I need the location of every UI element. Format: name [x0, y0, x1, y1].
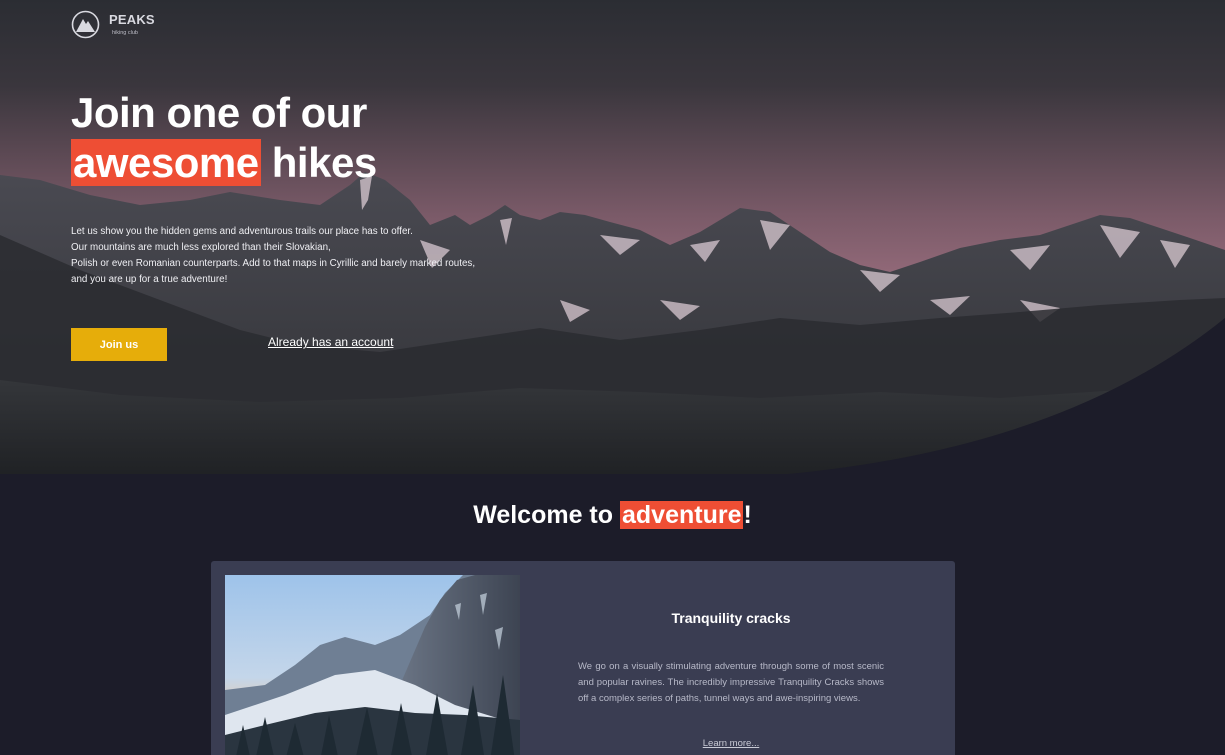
hero-description: Let us show you the hidden gems and adve… [71, 224, 491, 288]
hero-title: Join one of our awesome hikes [71, 88, 377, 188]
brand-logo[interactable]: PEAKS hiking club [71, 10, 155, 39]
brand-name: PEAKS [109, 11, 155, 27]
welcome-heading: Welcome to adventure! [0, 498, 1225, 532]
brand-tagline: hiking club [112, 29, 138, 36]
hero-description-line: Let us show you the hidden gems and adve… [71, 226, 413, 237]
hike-card-description: We go on a visually stimulating adventur… [578, 661, 884, 704]
existing-account-link[interactable]: Already has an account [268, 335, 393, 349]
hike-card-image [225, 575, 520, 755]
hero-title-rest: hikes [260, 139, 377, 186]
landing-page: PEAKS hiking club Join one of our awesom… [0, 0, 1225, 755]
welcome-suffix: ! [743, 501, 752, 529]
learn-more-link[interactable]: Learn more... [577, 738, 885, 749]
hero-section: PEAKS hiking club Join one of our awesom… [0, 0, 1225, 478]
hero-description-line: and you are up for a true adventure! [71, 274, 228, 285]
join-us-button[interactable]: Join us [71, 328, 167, 361]
hero-title-highlight: awesome [71, 139, 261, 186]
hero-description-line: Our mountains are much less explored tha… [71, 242, 331, 253]
hero-description-line: Polish or even Romanian counterparts. Ad… [71, 258, 476, 269]
hike-card-title: Tranquility cracks [671, 610, 791, 626]
hero-title-line1: Join one of our [71, 89, 367, 136]
hike-card: Tranquility cracks We go on a visually s… [211, 561, 955, 755]
welcome-highlight: adventure [619, 501, 744, 529]
mountain-logo-icon [71, 10, 100, 39]
welcome-prefix: Welcome to [473, 501, 620, 529]
